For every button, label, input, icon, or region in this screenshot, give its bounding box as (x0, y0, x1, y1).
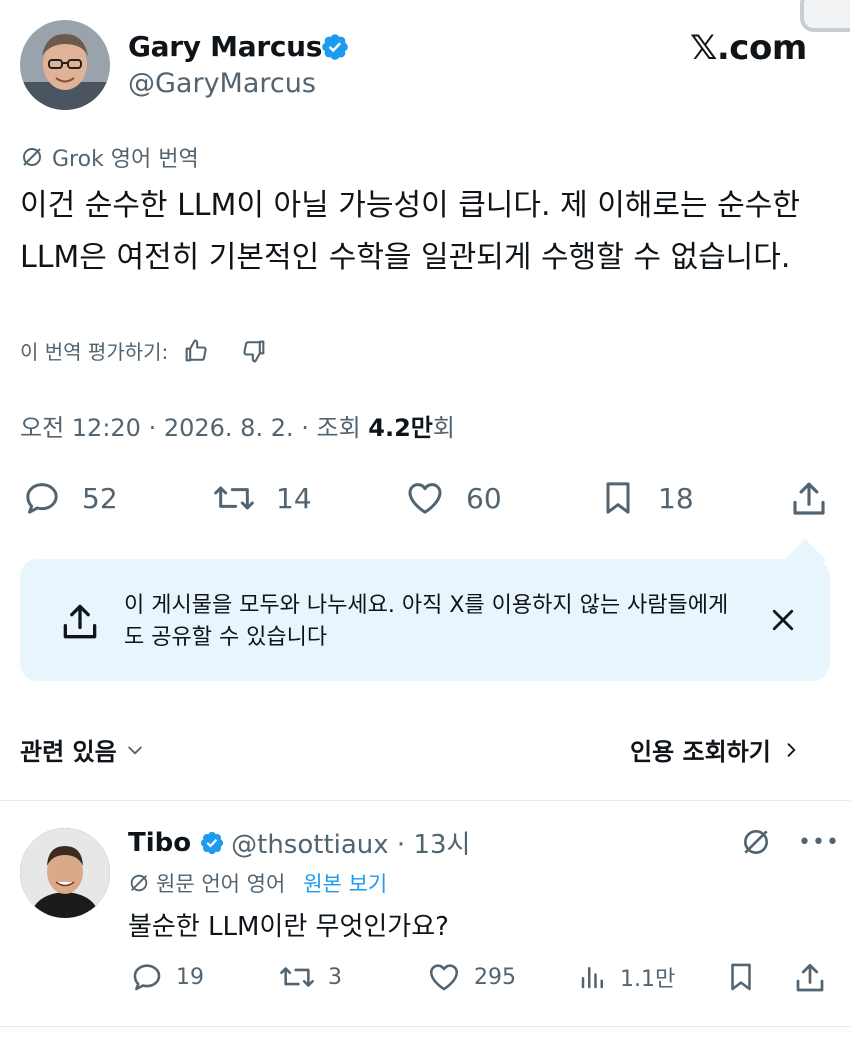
chevron-down-icon (127, 746, 142, 754)
reply-count: 52 (82, 481, 118, 515)
reply-language-label: 원문 언어 영어 (156, 872, 286, 896)
reply-like-count: 295 (474, 964, 516, 990)
heart-icon (429, 964, 459, 991)
repost-icon (280, 967, 314, 987)
grok-icon (23, 148, 41, 166)
thumbs-up-icon[interactable] (182, 337, 210, 365)
view-quotes-link[interactable]: 인용 조회하기 (630, 732, 801, 767)
reply-button[interactable]: 52 (22, 478, 118, 518)
bookmark-icon (606, 482, 630, 514)
reply-views-button[interactable]: 1.1만 (578, 960, 675, 994)
show-original-link[interactable]: 원본 보기 (303, 868, 387, 898)
reply-avatar-image (20, 828, 110, 918)
author-name[interactable]: Gary Marcus (128, 30, 322, 63)
reply-avatar[interactable] (20, 828, 110, 918)
rate-translation-row: 이 번역 평가하기: (20, 336, 268, 365)
thumbs-down-icon[interactable] (240, 337, 268, 365)
share-button[interactable] (788, 478, 850, 520)
bookmark-button[interactable]: 18 (598, 478, 694, 518)
reply-reply-button[interactable]: 19 (130, 960, 204, 994)
share-upload-icon[interactable] (58, 600, 102, 644)
share-prompt-text: 이 게시물을 모두와 나누세요. 아직 X를 이용하지 않는 사람들에게도 공유… (124, 593, 729, 650)
repost-icon (214, 486, 254, 510)
related-label: 관련 있음 (20, 738, 117, 766)
repost-count: 14 (276, 481, 312, 515)
share-icon (796, 963, 824, 992)
share-icon (793, 482, 825, 515)
grok-icon (130, 874, 148, 892)
avatar[interactable] (20, 20, 110, 110)
author-handle[interactable]: @GaryMarcus (128, 68, 316, 99)
analytics-icon (581, 967, 603, 989)
reply-reply-count: 19 (176, 964, 204, 990)
reply-author-name[interactable]: Tibo (128, 828, 191, 858)
view-count: 4.2만 (368, 414, 433, 442)
reply-view-count: 1.1만 (620, 967, 676, 992)
reply-like-button[interactable]: 295 (426, 960, 516, 994)
window-corner-tab (800, 0, 850, 32)
reply-header-actions: ••• (740, 826, 840, 858)
bookmark-count: 18 (658, 481, 694, 515)
verified-badge-icon (320, 32, 350, 62)
grok-icon[interactable] (740, 826, 772, 858)
verified-badge-icon (201, 831, 224, 854)
rate-translation-label: 이 번역 평가하기: (20, 340, 169, 364)
reply-author-handle[interactable]: @thsottiaux · 13시 (231, 824, 470, 861)
close-icon[interactable] (768, 605, 798, 635)
related-sort-toggle[interactable]: 관련 있음 (20, 732, 145, 767)
repost-button[interactable]: 14 (212, 478, 312, 518)
reply-language-row: 원문 언어 영어 원본 보기 (128, 868, 387, 898)
reply-header: Tibo @thsottiaux · 13시 (128, 824, 470, 861)
grok-translation-label: Grok 영어 번역 (20, 141, 199, 173)
heart-icon (408, 483, 442, 514)
bookmark-icon (731, 963, 751, 991)
tweet-meta: 오전 12:20 · 2026. 8. 2. · 조회 4.2만회 (20, 408, 455, 443)
reply-share-button[interactable] (792, 960, 840, 996)
chevron-right-icon (787, 742, 796, 757)
reply-divider (0, 1026, 850, 1027)
grok-translation-text: Grok 영어 번역 (52, 147, 199, 172)
author-avatar-image (20, 20, 110, 110)
reply-repost-button[interactable]: 3 (278, 960, 342, 994)
view-quotes-label: 인용 조회하기 (630, 738, 771, 766)
reply-icon (133, 964, 161, 991)
more-options-icon[interactable]: ••• (798, 830, 840, 855)
reply-repost-count: 3 (328, 964, 342, 990)
like-count: 60 (466, 481, 502, 515)
reply-bookmark-button[interactable] (724, 960, 770, 994)
reply-icon (26, 483, 58, 514)
section-divider (0, 800, 850, 801)
x-logo-brand: 𝕏.com (690, 28, 807, 68)
reply-text: 불순한 LLM이란 무엇인가요? (128, 912, 449, 942)
view-suffix: 회 (432, 414, 455, 442)
tweet-timestamp[interactable]: 오전 12:20 · 2026. 8. 2. · 조회 (20, 414, 368, 442)
like-button[interactable]: 60 (404, 478, 502, 518)
tweet-translated-text: 이건 순수한 LLM이 아닐 가능성이 큽니다. 제 이해로는 순수한 LLM은… (20, 188, 800, 275)
